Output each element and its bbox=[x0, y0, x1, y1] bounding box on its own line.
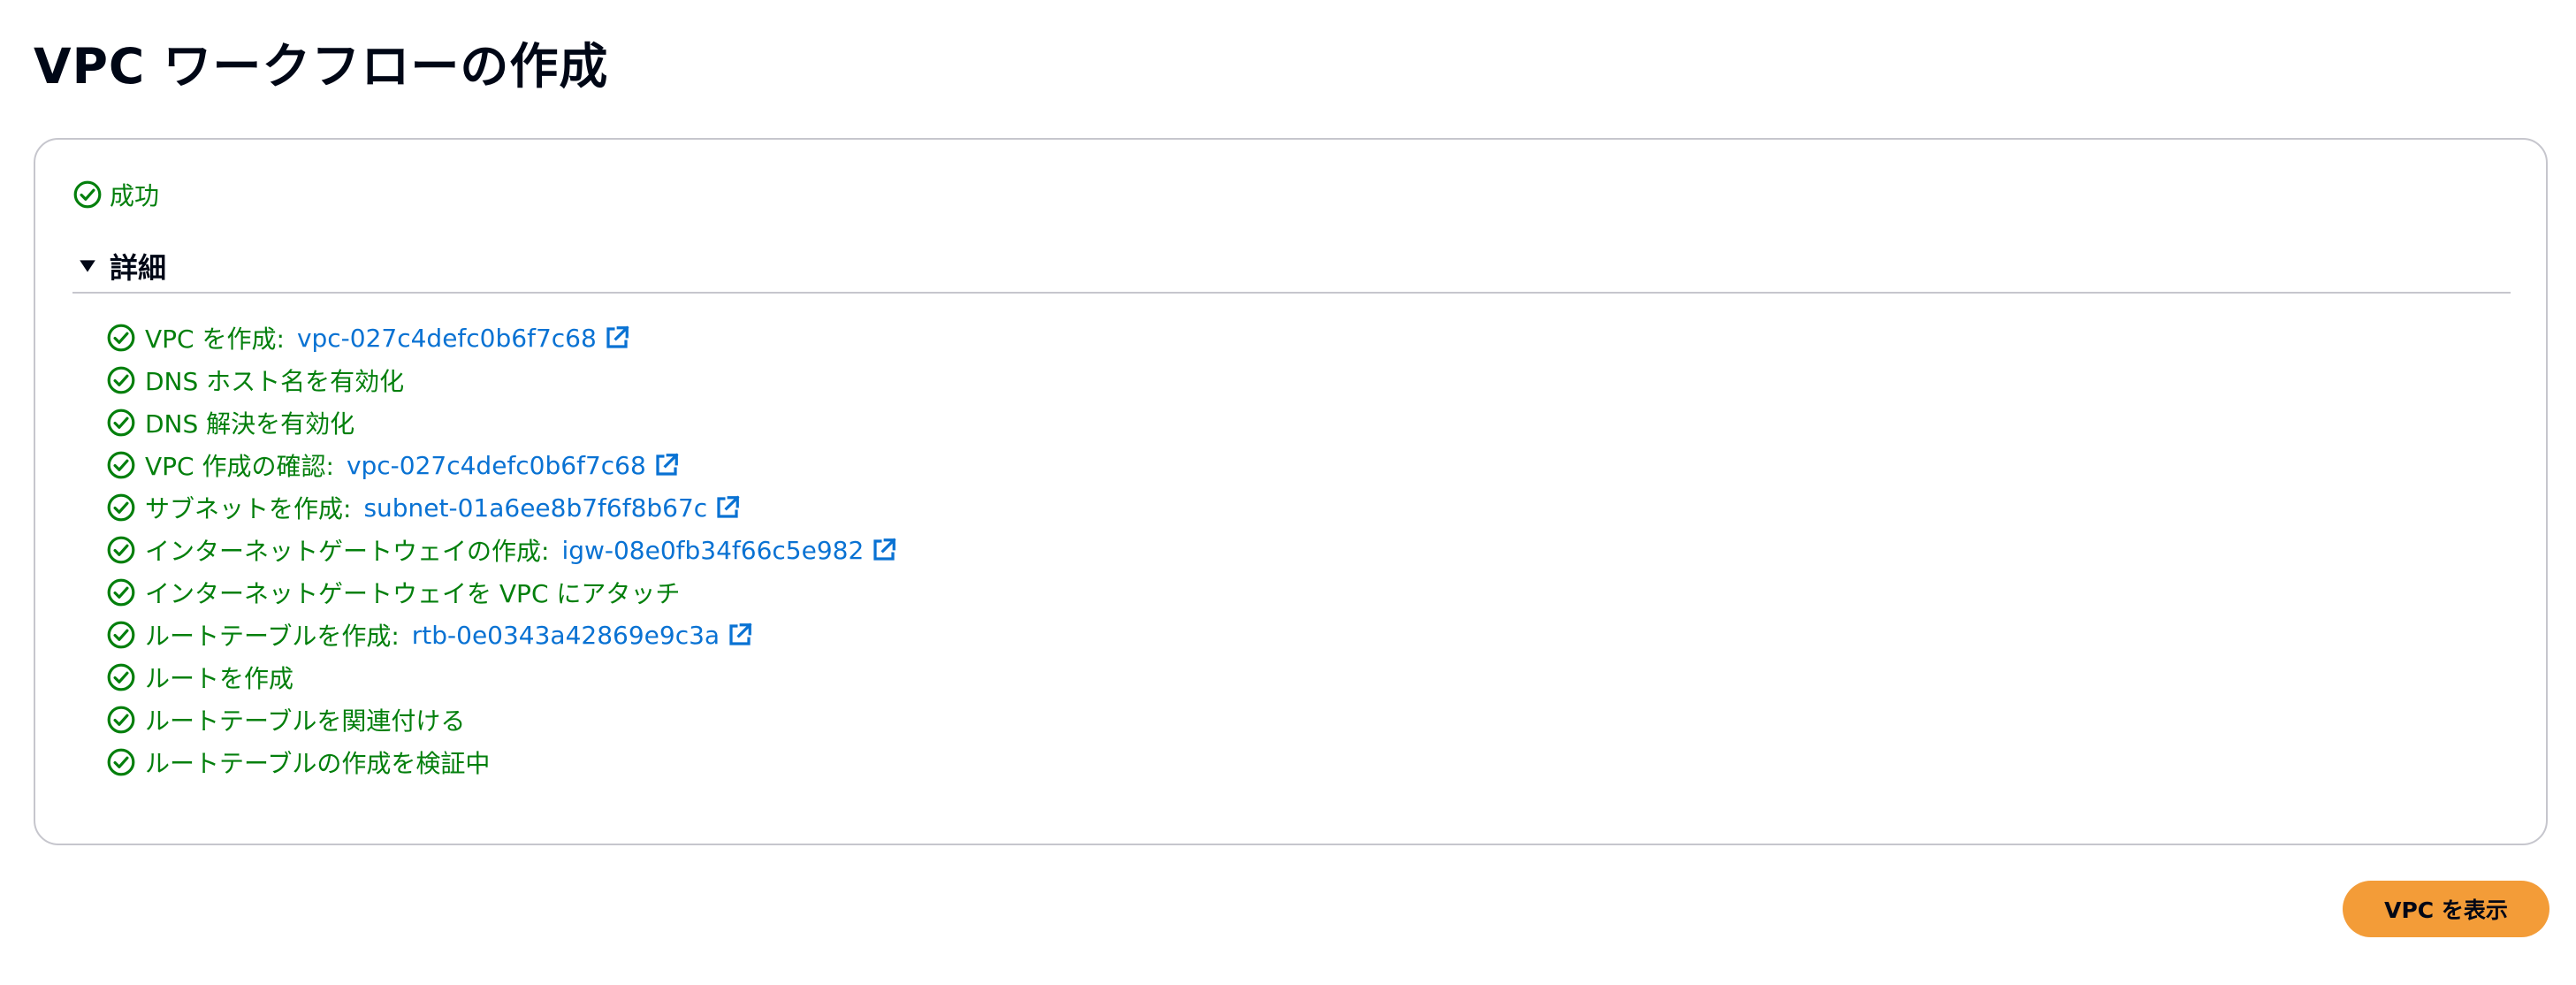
external-link-icon bbox=[606, 325, 629, 348]
step-label: DNS ホスト名を有効化 bbox=[145, 367, 405, 396]
workflow-step: DNS ホスト名を有効化 bbox=[106, 359, 897, 401]
check-circle-icon bbox=[107, 706, 135, 734]
resource-link[interactable]: vpc-027c4defc0b6f7c68 bbox=[297, 324, 630, 353]
workflow-step: ルートテーブルを作成: rtb-0e0343a42869e9c3a bbox=[106, 614, 897, 656]
resource-link[interactable]: vpc-027c4defc0b6f7c68 bbox=[347, 451, 680, 480]
step-label: ルートテーブルを関連付ける bbox=[145, 706, 466, 736]
step-label: DNS 解決を有効化 bbox=[145, 409, 355, 439]
external-link-icon bbox=[873, 538, 896, 561]
resource-link[interactable]: subnet-01a6ee8b7f6f8b67c bbox=[363, 493, 741, 523]
check-circle-icon bbox=[107, 324, 135, 352]
step-label: インターネットゲートウェイを VPC にアタッチ bbox=[145, 579, 681, 608]
details-toggle[interactable]: 詳細 bbox=[78, 246, 166, 286]
workflow-step: インターネットゲートウェイを VPC にアタッチ bbox=[106, 571, 897, 614]
workflow-step: ルートテーブルの作成を検証中 bbox=[106, 741, 897, 783]
resource-id: vpc-027c4defc0b6f7c68 bbox=[346, 450, 646, 480]
check-circle-icon bbox=[107, 536, 135, 564]
success-status: 成功 bbox=[72, 177, 159, 212]
external-link-icon bbox=[729, 622, 752, 645]
workflow-panel: 成功 詳細 VPC を作成: vpc-027c4defc0b6f7c68 DNS ホ… bbox=[34, 138, 2548, 845]
step-label: VPC を作成: bbox=[145, 325, 285, 354]
step-label: ルートテーブルの作成を検証中 bbox=[145, 749, 491, 778]
details-divider bbox=[72, 292, 2511, 294]
check-circle-icon bbox=[107, 451, 135, 479]
step-label: ルートテーブルを作成: bbox=[145, 622, 400, 651]
external-link-icon bbox=[717, 495, 740, 518]
workflow-step: サブネットを作成: subnet-01a6ee8b7f6f8b67c bbox=[106, 486, 897, 529]
workflow-step: ルートを作成 bbox=[106, 656, 897, 699]
workflow-step: インターネットゲートウェイの作成: igw-08e0fb34f66c5e982 bbox=[106, 529, 897, 571]
external-link-icon bbox=[656, 453, 679, 476]
check-circle-icon bbox=[107, 578, 135, 607]
resource-link[interactable]: igw-08e0fb34f66c5e982 bbox=[561, 536, 897, 565]
step-label: VPC 作成の確認: bbox=[145, 452, 334, 481]
check-circle-icon bbox=[107, 493, 135, 522]
check-circle-icon bbox=[107, 621, 135, 649]
page-title: VPC ワークフローの作成 bbox=[34, 38, 609, 95]
resource-id: igw-08e0fb34f66c5e982 bbox=[561, 535, 865, 565]
step-label: サブネットを作成: bbox=[145, 494, 352, 523]
caret-down-icon bbox=[80, 260, 95, 272]
resource-id: rtb-0e0343a42869e9c3a bbox=[411, 620, 720, 650]
workflow-step: ルートテーブルを関連付ける bbox=[106, 699, 897, 741]
workflow-step: DNS 解決を有効化 bbox=[106, 401, 897, 444]
check-circle-icon bbox=[107, 663, 135, 691]
view-vpc-button[interactable]: VPC を表示 bbox=[2343, 881, 2549, 937]
resource-link[interactable]: rtb-0e0343a42869e9c3a bbox=[412, 621, 753, 650]
workflow-steps: VPC を作成: vpc-027c4defc0b6f7c68 DNS ホスト名を有効… bbox=[106, 317, 897, 783]
check-circle-icon bbox=[73, 180, 102, 209]
check-circle-icon bbox=[107, 366, 135, 394]
check-circle-icon bbox=[107, 409, 135, 437]
step-label: インターネットゲートウェイの作成: bbox=[145, 537, 550, 566]
workflow-step: VPC を作成: vpc-027c4defc0b6f7c68 bbox=[106, 317, 897, 359]
details-label: 詳細 bbox=[110, 251, 167, 285]
step-label: ルートを作成 bbox=[145, 664, 294, 693]
status-label: 成功 bbox=[110, 181, 160, 210]
resource-id: subnet-01a6ee8b7f6f8b67c bbox=[363, 492, 708, 523]
check-circle-icon bbox=[107, 748, 135, 776]
resource-id: vpc-027c4defc0b6f7c68 bbox=[296, 323, 597, 353]
workflow-step: VPC 作成の確認: vpc-027c4defc0b6f7c68 bbox=[106, 444, 897, 486]
